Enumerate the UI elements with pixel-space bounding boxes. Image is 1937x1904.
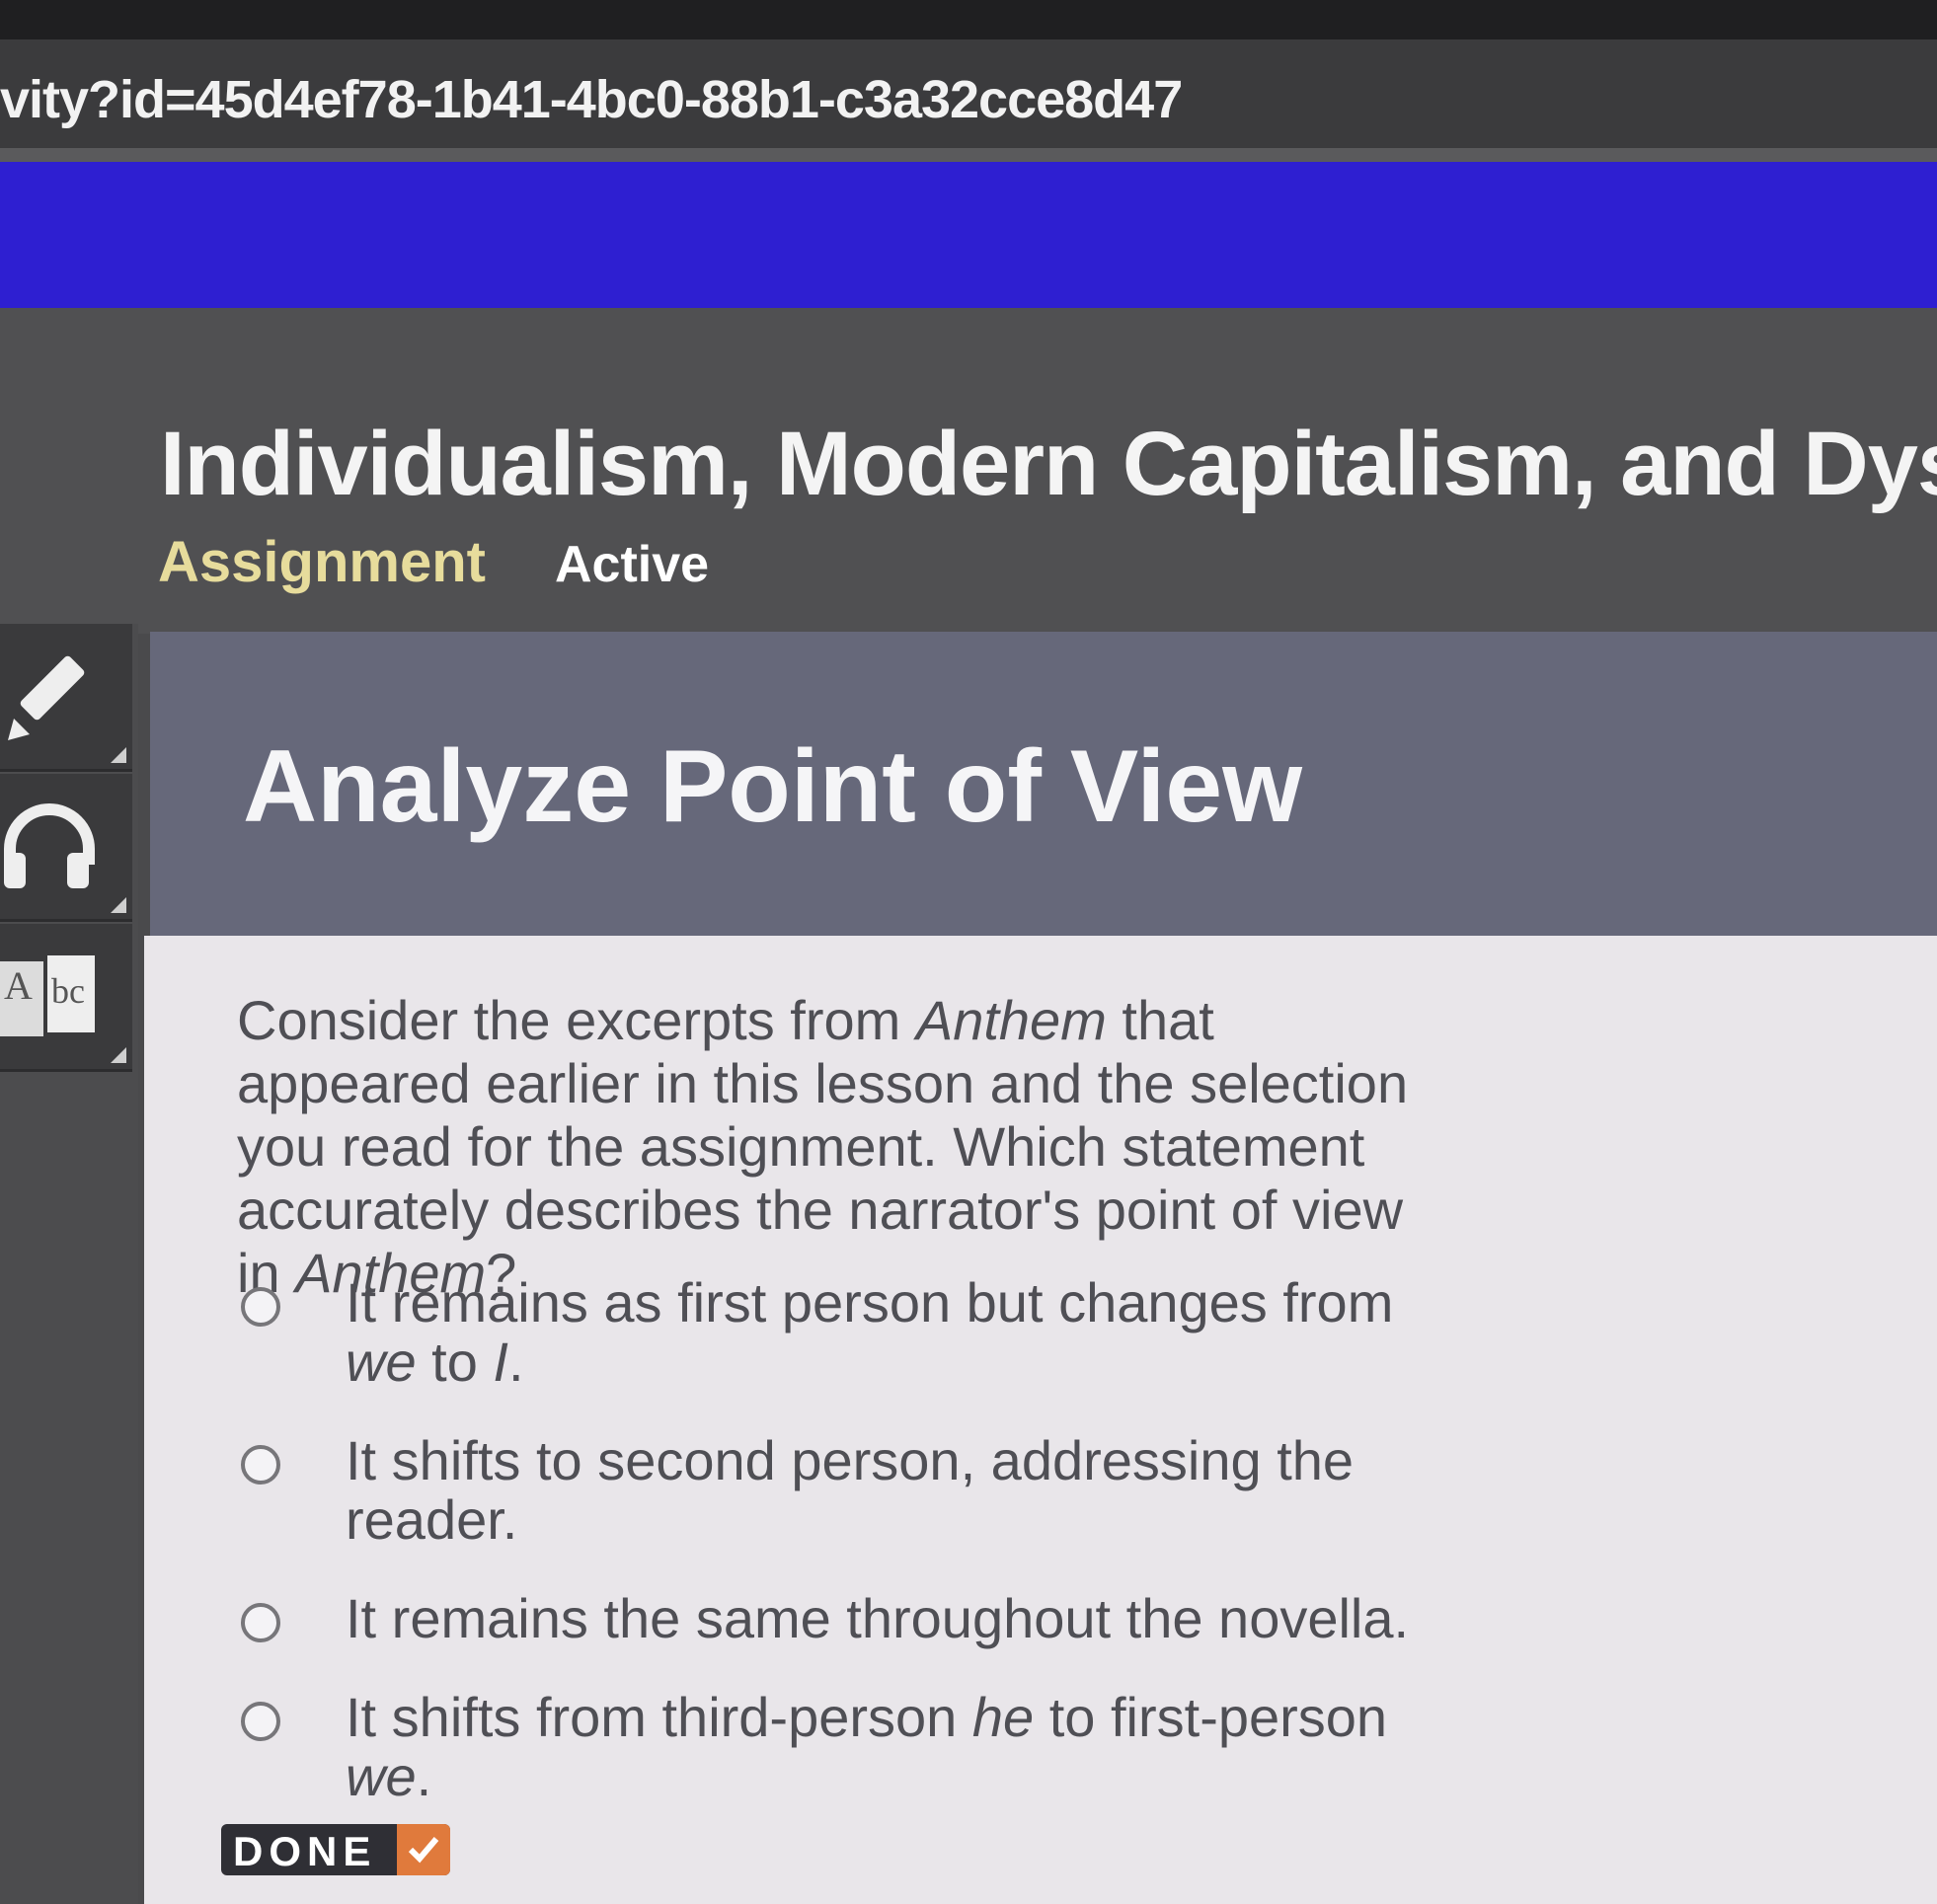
radio-button[interactable] [241,1702,280,1741]
checkmark-icon [408,1837,439,1864]
activity-title: Analyze Point of View [243,729,1302,844]
choice-label[interactable]: It shifts from third-person he to first-… [346,1688,1432,1806]
done-check [397,1824,450,1875]
expand-indicator-icon [111,747,126,763]
question-text: Consider the excerpts from [237,989,916,1051]
pencil-tool-button[interactable] [0,624,132,772]
pencil-icon [8,655,85,740]
radio-button[interactable] [241,1603,280,1642]
url-text[interactable]: vity?id=45d4ef78-1b41-4bc0-88b1-c3a32cce… [0,69,1183,130]
choice-label[interactable]: It remains as first person but changes f… [346,1273,1432,1392]
toolbar-divider [0,148,1937,162]
browser-address-bar[interactable]: vity?id=45d4ef78-1b41-4bc0-88b1-c3a32cce… [0,39,1937,148]
choice-label[interactable]: It shifts to second person, addressing t… [346,1431,1432,1550]
screen-bezel [0,0,1937,39]
expand-indicator-icon [111,897,126,913]
choice-label[interactable]: It remains the same throughout the novel… [346,1589,1432,1648]
audio-tool-button[interactable] [0,774,132,922]
svg-text:bc: bc [51,971,85,1011]
brand-bar [0,162,1937,308]
tool-rail: A bc [0,624,138,1904]
done-label: DONE [233,1828,377,1874]
radio-button[interactable] [241,1287,280,1327]
done-button[interactable]: DONE [221,1824,450,1875]
question-prompt: Consider the excerpts from Anthem that a… [237,989,1451,1305]
status-badge: Active [555,536,710,593]
headphones-icon [4,803,95,888]
dictionary-tool-button[interactable]: A bc [0,924,132,1072]
expand-indicator-icon [111,1047,126,1063]
radio-button[interactable] [241,1445,280,1485]
dictionary-icon: A bc [0,955,95,1036]
course-title: Individualism, Modern Capitalism, and Dy… [160,414,1937,514]
book-title: Anthem [915,989,1107,1051]
assignment-label: Assignment [158,530,486,594]
svg-text:A: A [4,963,33,1008]
